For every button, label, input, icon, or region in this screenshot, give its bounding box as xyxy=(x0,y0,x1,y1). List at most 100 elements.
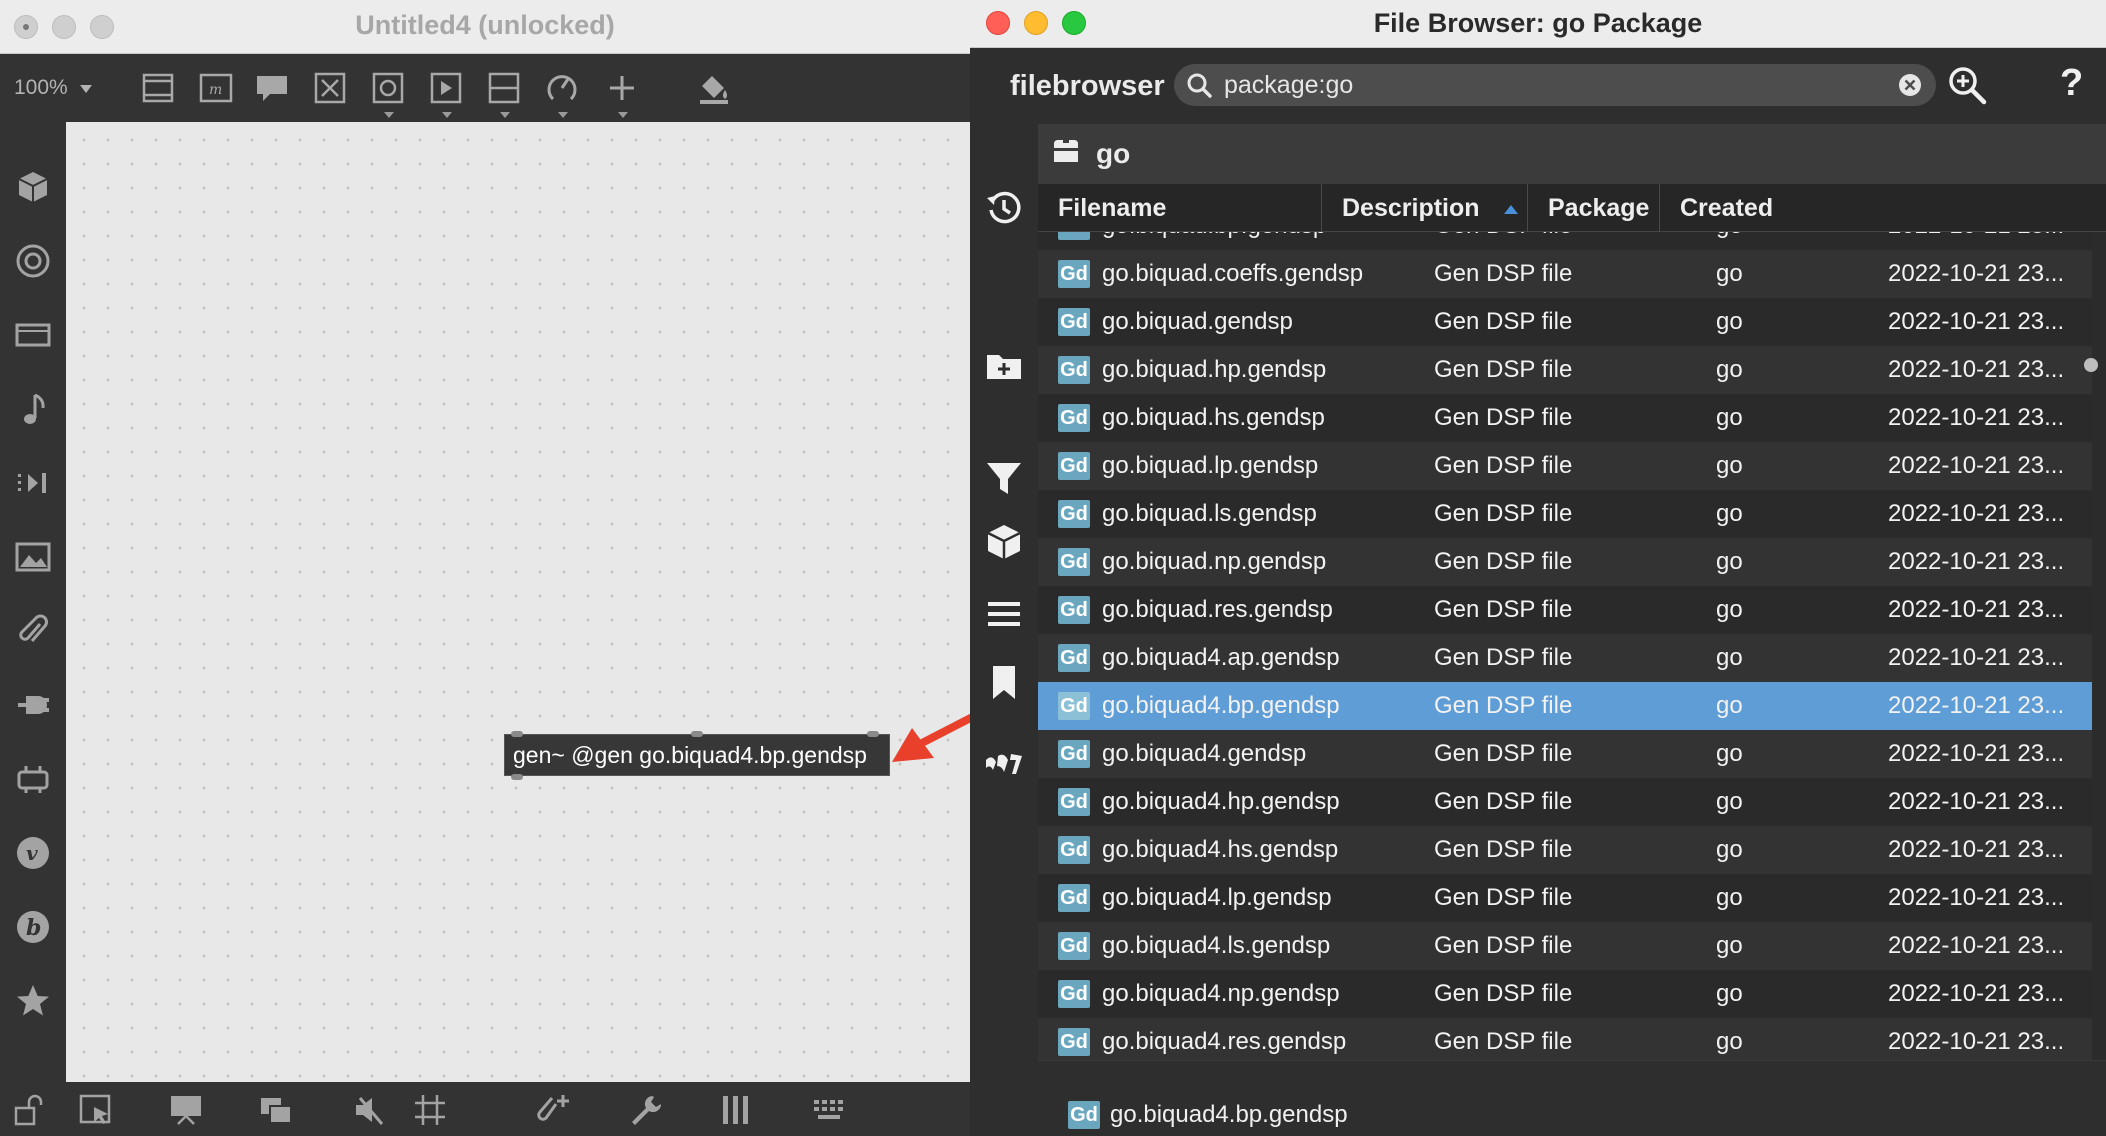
comment-icon[interactable] xyxy=(254,70,290,106)
dial-object-icon[interactable] xyxy=(544,70,580,106)
object-inlet[interactable] xyxy=(511,731,523,737)
lock-icon[interactable] xyxy=(12,1092,48,1128)
sequence-icon[interactable] xyxy=(14,464,52,502)
cell-created: 2022-10-21 23... xyxy=(1888,404,2065,431)
object-outlet[interactable] xyxy=(511,774,523,780)
table-row[interactable]: Gd go.biquad.ls.gendsp Gen DSP file go 2022-… xyxy=(1038,490,2092,538)
package-icon[interactable] xyxy=(984,522,1024,562)
dial-dropdown-icon[interactable] xyxy=(558,112,568,118)
image-icon[interactable] xyxy=(14,538,52,576)
table-row[interactable]: Gd go.biquad4.hs.gendsp Gen DSP file go 2022… xyxy=(1038,826,2092,874)
patcher-title: Untitled4 (unlocked) xyxy=(355,10,615,40)
star-icon[interactable] xyxy=(14,982,52,1020)
gen-object-text: gen~ @gen go.biquad4.bp.gendsp xyxy=(513,742,867,768)
column-header-created[interactable]: Created xyxy=(1660,184,2106,232)
paint-bucket-icon[interactable] xyxy=(696,70,732,106)
filter-icon[interactable] xyxy=(984,458,1024,498)
cell-created: 2022-10-21 23... xyxy=(1888,548,2065,575)
slider-object-icon[interactable] xyxy=(486,70,522,106)
presentation-select-icon[interactable] xyxy=(78,1092,114,1128)
device-icon[interactable] xyxy=(14,760,52,798)
search-icon xyxy=(1186,72,1212,98)
add-folder-icon[interactable] xyxy=(984,346,1024,386)
patcher-bottom-toolbar xyxy=(0,1082,970,1136)
search-box[interactable] xyxy=(1174,64,1936,106)
column-header-package[interactable]: Package xyxy=(1528,184,1660,232)
grid-icon[interactable] xyxy=(412,1092,448,1128)
vimeo-icon[interactable]: v xyxy=(14,834,52,872)
table-row[interactable]: Gd go.biquad4.ap.gendsp Gen DSP file go 2022… xyxy=(1038,634,2092,682)
table-row[interactable]: Gd go.biquad4.hp.gendsp Gen DSP file go 2022… xyxy=(1038,778,2092,826)
table-row[interactable]: Gd go.biquad4.np.gendsp Gen DSP file go 2022… xyxy=(1038,970,2092,1018)
clear-search-icon[interactable] xyxy=(1898,73,1922,97)
search-input[interactable] xyxy=(1224,68,1864,102)
film-icon[interactable] xyxy=(14,316,52,354)
play-object-icon[interactable] xyxy=(428,70,464,106)
cell-description: Gen DSP file xyxy=(1434,500,1573,527)
search-row: filebrowser ? xyxy=(970,48,2106,124)
table-row[interactable]: Gd go.biquad4.gendsp Gen DSP file go 2022-10… xyxy=(1038,730,2092,778)
cell-package: go xyxy=(1716,788,1743,815)
table-row[interactable]: Gd go.biquad4.lp.gendsp Gen DSP file go 2022… xyxy=(1038,874,2092,922)
zoom-in-icon[interactable] xyxy=(1946,64,1988,106)
table-row[interactable]: Gd go.biquad4.ls.gendsp Gen DSP file go 2022… xyxy=(1038,922,2092,970)
cube-icon[interactable] xyxy=(14,168,52,206)
cell-filename: go.biquad.ls.gendsp xyxy=(1102,500,1317,527)
zoom-dropdown-icon[interactable] xyxy=(80,85,92,93)
table-row[interactable]: Gd go.biquad.res.gendsp Gen DSP file go 2022… xyxy=(1038,586,2092,634)
windows-icon[interactable] xyxy=(258,1092,294,1128)
cell-filename: go.biquad.hp.gendsp xyxy=(1102,356,1327,383)
table-row[interactable]: Gd go.biquad.coeffs.gendsp Gen DSP file go 2… xyxy=(1038,250,2092,298)
paperclip-icon[interactable] xyxy=(14,612,52,650)
table-row[interactable]: Gd go.biquad.np.gendsp Gen DSP file go 2022-… xyxy=(1038,538,2092,586)
wrench-icon[interactable] xyxy=(628,1092,664,1128)
plug-icon[interactable] xyxy=(14,686,52,724)
keyboard-icon[interactable] xyxy=(812,1092,848,1128)
music-note-icon[interactable] xyxy=(14,390,52,428)
scrollbar-thumb[interactable] xyxy=(2084,358,2098,372)
file-list[interactable]: Gd go.biquad.bp.gendsp Gen DSP file go 2022-… xyxy=(1038,232,2106,1060)
object-inlet[interactable] xyxy=(691,731,703,737)
bang-icon[interactable] xyxy=(370,70,406,106)
bpatcher-icon[interactable]: b xyxy=(14,908,52,946)
patcher-canvas[interactable]: gen~ @gen go.biquad4.bp.gendsp xyxy=(66,122,970,1082)
bookmark-icon[interactable] xyxy=(984,662,1024,702)
cell-package: go xyxy=(1716,644,1743,671)
table-row[interactable]: Gd go.biquad.lp.gendsp Gen DSP file go 2022-… xyxy=(1038,442,2092,490)
add-object-icon[interactable] xyxy=(604,70,640,106)
cell-created: 2022-10-21 23... xyxy=(1888,740,2065,767)
svg-text:b: b xyxy=(26,915,41,941)
object-inlet[interactable] xyxy=(867,731,879,737)
mixer-icon[interactable] xyxy=(718,1092,754,1128)
cell-package: go xyxy=(1716,884,1743,911)
history-icon[interactable] xyxy=(984,188,1024,228)
cycling74-logo-icon[interactable] xyxy=(984,744,1024,784)
target-icon[interactable] xyxy=(14,242,52,280)
list-icon[interactable] xyxy=(984,594,1024,634)
new-object-icon[interactable] xyxy=(140,70,176,106)
mute-icon[interactable] xyxy=(352,1092,388,1128)
help-button[interactable]: ? xyxy=(2060,62,2083,105)
gen-object-box[interactable]: gen~ @gen go.biquad4.bp.gendsp xyxy=(504,731,890,780)
bang-dropdown-icon[interactable] xyxy=(384,112,394,118)
table-row[interactable]: Gd go.biquad.gendsp Gen DSP file go 2022-10-… xyxy=(1038,298,2092,346)
zoom-level[interactable]: 100% xyxy=(14,76,68,100)
table-row[interactable]: Gd go.biquad4.res.gendsp Gen DSP file go 202… xyxy=(1038,1018,2092,1060)
new-message-icon[interactable]: m xyxy=(198,70,234,106)
cell-package: go xyxy=(1716,836,1743,863)
slider-dropdown-icon[interactable] xyxy=(500,112,510,118)
play-dropdown-icon[interactable] xyxy=(442,112,452,118)
button-object-icon[interactable] xyxy=(312,70,348,106)
column-header-description[interactable]: Description xyxy=(1322,184,1528,232)
cell-filename: go.biquad4.gendsp xyxy=(1102,740,1307,767)
table-row[interactable]: Gd go.biquad.hs.gendsp Gen DSP file go 2022-… xyxy=(1038,394,2092,442)
add-extras-icon[interactable] xyxy=(536,1092,572,1128)
add-object-dropdown-icon[interactable] xyxy=(618,112,628,118)
presentation-icon[interactable] xyxy=(168,1092,204,1128)
column-header-filename[interactable]: Filename xyxy=(1038,184,1322,232)
sort-ascending-icon xyxy=(1504,205,1518,214)
table-row[interactable]: Gd go.biquad.hp.gendsp Gen DSP file go 2022-… xyxy=(1038,346,2092,394)
table-row[interactable]: Gd go.biquad.bp.gendsp Gen DSP file go 2022-… xyxy=(1038,232,2092,250)
cell-description: Gen DSP file xyxy=(1434,980,1573,1007)
table-row-selected[interactable]: Gd go.biquad4.bp.gendsp Gen DSP file go 2022… xyxy=(1038,682,2092,730)
